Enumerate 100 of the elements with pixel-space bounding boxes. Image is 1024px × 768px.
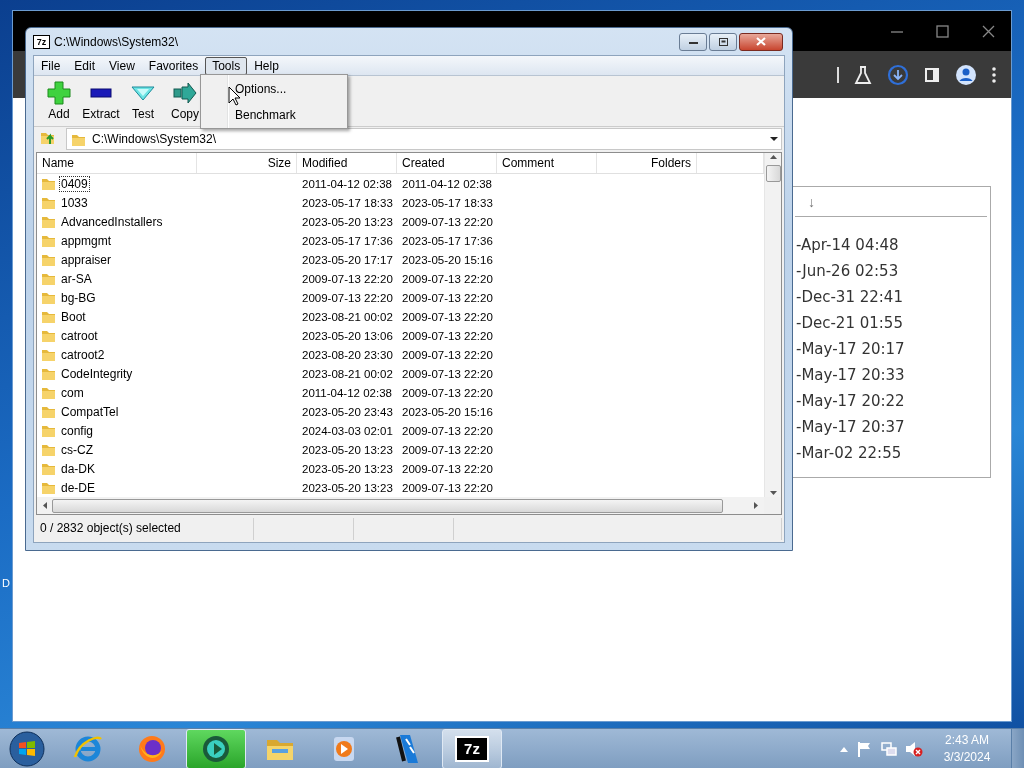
app-badge: 7z bbox=[455, 736, 489, 762]
horizontal-scrollbar[interactable] bbox=[37, 497, 764, 514]
fox-globe-icon bbox=[136, 733, 168, 765]
table-cell-text: 2023-05-20 13:23 bbox=[301, 443, 394, 456]
table-cell-text: 2023-05-20 13:23 bbox=[301, 462, 394, 475]
vertical-scrollbar[interactable] bbox=[764, 153, 781, 497]
file-name[interactable]: appraiser bbox=[59, 251, 114, 268]
table-cell-text: 2009-07-13 22:20 bbox=[401, 462, 494, 475]
close-icon bbox=[756, 37, 766, 46]
menu-item[interactable]: View bbox=[102, 56, 142, 75]
status-text: 0 / 2832 object(s) selected bbox=[36, 518, 254, 540]
table-cell-text: 2009-07-13 22:20 bbox=[401, 481, 494, 494]
toolbar-button[interactable]: Test bbox=[122, 81, 164, 121]
table-cell-text: 2009-07-13 22:20 bbox=[401, 386, 494, 399]
folder-icon bbox=[41, 176, 56, 191]
file-name[interactable]: CompatTel bbox=[59, 403, 121, 420]
menu-item[interactable]: Edit bbox=[67, 56, 103, 75]
menu-item[interactable]: Favorites bbox=[141, 56, 206, 75]
menu-item[interactable]: Tools bbox=[205, 56, 248, 75]
separator-icon bbox=[837, 66, 839, 83]
file-name[interactable]: 0409 bbox=[59, 175, 90, 192]
file-name[interactable]: appmgmt bbox=[59, 232, 114, 249]
download-icon[interactable] bbox=[887, 63, 909, 86]
table-cell-text: 2023-05-20 13:06 bbox=[301, 329, 394, 342]
table-cell-text: -May-17 20:37 bbox=[795, 417, 906, 438]
file-name[interactable]: da-DK bbox=[59, 460, 97, 477]
column-header[interactable]: Size bbox=[197, 153, 297, 173]
scroll-thumb[interactable] bbox=[765, 165, 781, 182]
scroll-right-icon[interactable] bbox=[752, 501, 760, 510]
table-cell-text: -Mar-02 22:55 bbox=[795, 443, 903, 464]
table-cell-text: 2023-05-20 13:23 bbox=[301, 215, 394, 228]
table-cell-text: 2023-08-20 23:30 bbox=[301, 348, 394, 361]
toolbar-button[interactable]: Add bbox=[38, 81, 80, 121]
scroll-left-icon[interactable] bbox=[41, 501, 49, 510]
file-name[interactable]: cs-CZ bbox=[59, 441, 95, 458]
desktop-icon-label[interactable]: D bbox=[2, 577, 10, 589]
file-name[interactable]: config bbox=[59, 422, 96, 439]
profile-icon[interactable] bbox=[955, 63, 977, 86]
table-cell-text: -May-17 20:33 bbox=[795, 365, 906, 386]
menu-item[interactable]: Help bbox=[247, 56, 286, 75]
table-cell-text: 2009-07-13 22:20 bbox=[401, 367, 494, 380]
table-cell-text: 2023-08-21 00:02 bbox=[301, 367, 394, 380]
menu-item[interactable]: File bbox=[34, 56, 68, 75]
folder-icon bbox=[41, 442, 56, 457]
close-button[interactable] bbox=[739, 32, 783, 51]
folder-icon bbox=[41, 195, 56, 210]
menu-item[interactable]: Options... bbox=[203, 77, 345, 101]
file-name[interactable]: catroot2 bbox=[59, 346, 107, 363]
file-name[interactable]: com bbox=[59, 384, 86, 401]
taskbar-button[interactable]: 7z bbox=[442, 729, 502, 768]
file-name[interactable]: bg-BG bbox=[59, 289, 98, 306]
minimize-button[interactable] bbox=[679, 32, 707, 51]
file-name[interactable]: catroot bbox=[59, 327, 100, 344]
folder-icon bbox=[41, 214, 56, 229]
table-cell-text: 2011-04-12 02:38 bbox=[401, 177, 493, 190]
folder-icon bbox=[41, 480, 56, 495]
file-name[interactable]: ar-SA bbox=[59, 270, 94, 287]
table-cell-text: 2023-05-17 18:33 bbox=[301, 196, 394, 209]
sidebar-icon[interactable] bbox=[923, 65, 941, 84]
app-icon: 7z bbox=[33, 34, 50, 49]
table-cell-text: 2023-05-20 15:16 bbox=[401, 405, 494, 418]
folder-icon bbox=[41, 233, 56, 248]
flask-icon[interactable] bbox=[853, 64, 873, 85]
column-header[interactable]: Modified bbox=[297, 153, 397, 173]
table-cell-text: 2009-07-13 22:20 bbox=[401, 310, 494, 323]
scroll-up-icon[interactable] bbox=[768, 153, 778, 161]
folder-icon bbox=[41, 290, 56, 305]
address-field[interactable]: C:\Windows\System32\ bbox=[66, 128, 782, 150]
sort-arrow[interactable]: ↓ bbox=[808, 193, 815, 210]
column-header[interactable]: Name bbox=[37, 153, 197, 173]
column-header[interactable]: Created bbox=[397, 153, 497, 173]
toolbar-button[interactable]: Extract bbox=[80, 81, 122, 121]
table-cell-text: 2009-07-13 22:20 bbox=[301, 291, 394, 304]
scroll-thumb[interactable] bbox=[52, 498, 723, 513]
table-cell-text: 2023-05-17 18:33 bbox=[401, 196, 494, 209]
column-header[interactable]: Folders bbox=[597, 153, 697, 173]
flag-icon[interactable] bbox=[857, 741, 873, 757]
table-cell-text: 2011-04-12 02:38 bbox=[301, 386, 393, 399]
table-cell-text: -May-17 20:17 bbox=[795, 339, 906, 360]
table-cell-text: -Apr-14 04:48 bbox=[795, 235, 900, 256]
file-name[interactable]: AdvancedInstallers bbox=[59, 213, 165, 230]
folder-icon bbox=[41, 423, 56, 438]
file-name[interactable]: Boot bbox=[59, 308, 88, 325]
folder-icon bbox=[41, 347, 56, 362]
folder-icon bbox=[41, 366, 56, 381]
file-name[interactable]: CodeIntegrity bbox=[59, 365, 135, 382]
taskbar-button[interactable] bbox=[186, 729, 246, 768]
menu-item[interactable]: Benchmark bbox=[203, 103, 345, 127]
menu-icon[interactable] bbox=[991, 65, 997, 84]
folder-icon bbox=[41, 385, 56, 400]
column-header[interactable]: Comment bbox=[497, 153, 597, 173]
restore-button[interactable] bbox=[709, 32, 737, 51]
file-name[interactable]: 1033 bbox=[59, 194, 90, 211]
table-cell-text: 2024-03-03 02:01 bbox=[301, 424, 394, 437]
folder-icon bbox=[41, 271, 56, 286]
table-cell-text: 2011-04-12 02:38 bbox=[301, 177, 393, 190]
muted-speaker-icon[interactable] bbox=[905, 741, 923, 757]
file-name[interactable]: de-DE bbox=[59, 479, 97, 496]
plus-icon bbox=[47, 81, 71, 105]
table-cell-text: 2023-05-20 15:16 bbox=[401, 253, 494, 266]
